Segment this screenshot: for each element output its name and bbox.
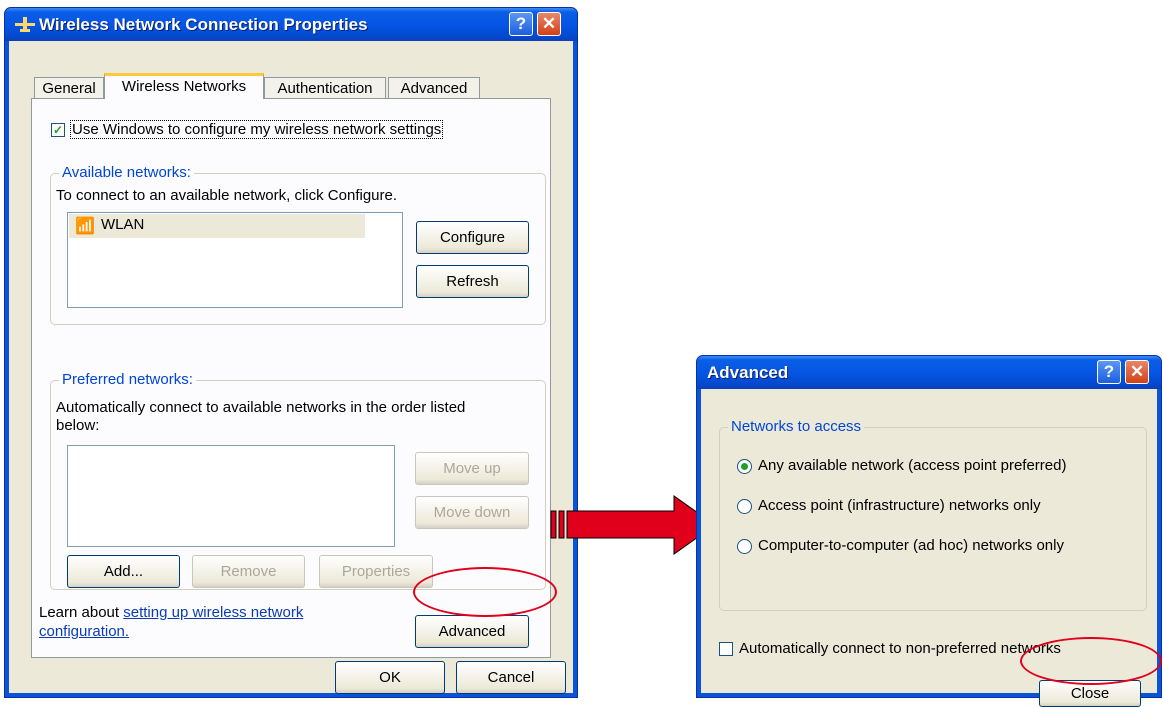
radio-access-point-only[interactable]	[737, 499, 752, 514]
available-networks-legend: Available networks:	[59, 164, 194, 181]
close-window-button[interactable]: ✕	[537, 12, 561, 36]
network-name: WLAN	[101, 216, 145, 233]
title-bar[interactable]: Wireless Network Connection Properties ?…	[5, 8, 577, 41]
preferred-hint-line2: below:	[56, 417, 100, 434]
tab-advanced[interactable]: Advanced	[388, 77, 480, 99]
close-icon: ✕	[1129, 362, 1145, 381]
preferred-networks-list[interactable]	[67, 445, 395, 547]
tab-authentication[interactable]: Authentication	[264, 77, 386, 99]
tab-wireless-networks[interactable]: Wireless Networks	[104, 73, 264, 99]
preferred-networks-legend: Preferred networks:	[59, 371, 196, 388]
available-networks-group: Available networks: To connect to an ava…	[50, 164, 546, 325]
list-item[interactable]: 📶 WLAN	[69, 214, 365, 238]
auto-connect-label[interactable]: Automatically connect to non-preferred n…	[739, 640, 1061, 657]
available-hint: To connect to an available network, clic…	[56, 187, 398, 204]
close-highlight-ring	[1020, 637, 1162, 685]
move-down-button[interactable]: Move down	[415, 496, 529, 529]
available-networks-list[interactable]: 📶 WLAN	[67, 212, 403, 308]
setup-link-continued[interactable]: configuration.	[39, 623, 129, 640]
advanced-help-button[interactable]: ?	[1097, 360, 1121, 384]
move-up-button[interactable]: Move up	[415, 452, 529, 485]
radio-ad-hoc-only-label[interactable]: Computer-to-computer (ad hoc) networks o…	[758, 537, 1064, 554]
dialog-title: Wireless Network Connection Properties	[39, 15, 368, 34]
learn-prefix: Learn about	[39, 604, 124, 621]
use-windows-checkbox[interactable]: ✓	[51, 123, 65, 137]
help-icon: ?	[1103, 362, 1115, 381]
configure-button[interactable]: Configure	[416, 221, 529, 254]
advanced-button[interactable]: Advanced	[415, 615, 529, 648]
preferred-hint-line1: Automatically connect to available netwo…	[56, 399, 466, 416]
setup-link[interactable]: setting up wireless network	[123, 604, 303, 621]
tab-general[interactable]: General	[34, 77, 104, 99]
use-windows-label[interactable]: Use Windows to configure my wireless net…	[70, 120, 444, 139]
radio-access-point-only-label[interactable]: Access point (infrastructure) networks o…	[758, 497, 1041, 514]
preferred-networks-group: Preferred networks: Automatically connec…	[50, 371, 546, 590]
radio-any-network-label[interactable]: Any available network (access point pref…	[758, 457, 1066, 474]
learn-about-text: Learn about setting up wireless network …	[39, 603, 303, 641]
refresh-button[interactable]: Refresh	[416, 265, 529, 298]
advanced-highlight-ring	[413, 567, 557, 617]
help-icon: ?	[515, 14, 527, 33]
advanced-dialog-title: Advanced	[707, 363, 789, 382]
remove-button[interactable]: Remove	[192, 555, 305, 588]
network-connection-icon	[15, 17, 35, 33]
add-button[interactable]: Add...	[67, 555, 180, 588]
advanced-title-bar[interactable]: Advanced ? ✕	[697, 356, 1161, 389]
radio-any-network[interactable]	[737, 459, 752, 474]
cancel-button[interactable]: Cancel	[456, 661, 566, 694]
auto-connect-checkbox[interactable]	[719, 642, 733, 656]
ok-button[interactable]: OK	[335, 661, 445, 694]
radio-ad-hoc-only[interactable]	[737, 539, 752, 554]
advanced-close-window-button[interactable]: ✕	[1125, 360, 1149, 384]
networks-to-access-legend: Networks to access	[728, 418, 865, 435]
networks-to-access-group: Networks to access Any available network…	[719, 418, 1147, 611]
help-button[interactable]: ?	[509, 12, 533, 36]
close-icon: ✕	[541, 14, 557, 33]
wireless-antenna-icon: 📶	[75, 218, 95, 235]
